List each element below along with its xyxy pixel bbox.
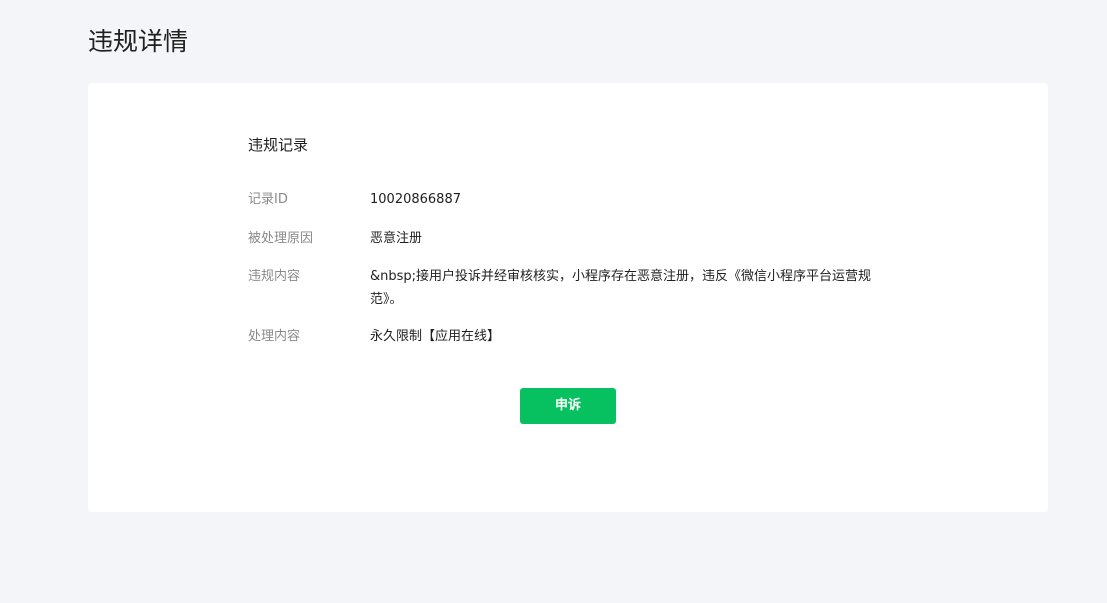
violation-content-row: 违规内容 &nbsp;接用户投诉并经审核核实，小程序存在恶意注册，违反《微信小程…: [248, 265, 908, 311]
action-label: 处理内容: [248, 329, 301, 344]
violation-content-label: 违规内容: [248, 269, 301, 284]
action-row: 处理内容 永久限制【应用在线】: [248, 325, 908, 348]
violation-card: 违规记录 记录ID 10020866887 被处理原因 恶意注册 违规内容 &n…: [88, 83, 1048, 512]
page: 违规详情 违规记录 记录ID 10020866887 被处理原因 恶意注册 违规…: [0, 0, 1107, 603]
reason-value: 恶意注册: [370, 231, 423, 246]
section-title: 违规记录: [248, 136, 309, 154]
record-id-label: 记录ID: [248, 192, 288, 207]
appeal-button[interactable]: 申诉: [520, 388, 616, 424]
reason-row: 被处理原因 恶意注册: [248, 227, 908, 250]
reason-label: 被处理原因: [248, 231, 314, 246]
record-id-row: 记录ID 10020866887: [248, 188, 908, 211]
page-title: 违规详情: [88, 27, 189, 56]
action-value: 永久限制【应用在线】: [370, 329, 501, 344]
record-id-value: 10020866887: [370, 192, 461, 207]
violation-content-value: &nbsp;接用户投诉并经审核核实，小程序存在恶意注册，违反《微信小程序平台运营…: [370, 269, 872, 307]
